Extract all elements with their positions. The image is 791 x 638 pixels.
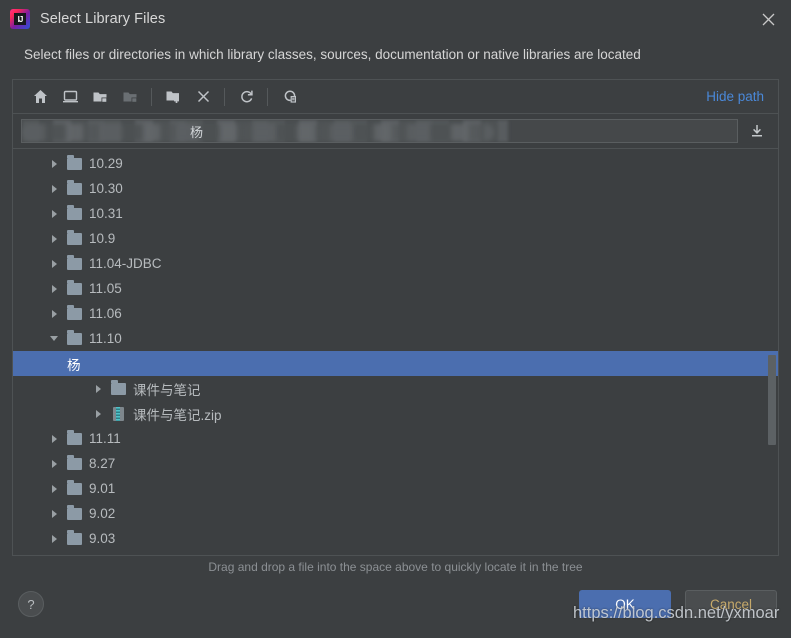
chevron-right-icon[interactable] [45,534,63,543]
tree-row-label: 11.11 [89,431,121,446]
path-visible-text: 杨 [190,126,204,141]
tree-row-label: 课件与笔记 [133,382,201,398]
folder-icon [63,229,85,245]
chevron-right-icon[interactable] [89,384,107,393]
dialog-button-bar: ? OK Cancel [0,578,791,638]
tree-row-label: 9.02 [89,506,116,521]
tree-row[interactable]: 课件与笔记 [13,376,778,401]
file-chooser-panel: Hide path 杨 10.29 10.30 10.31 10.9 11.04-JDB… [12,79,779,556]
folder-icon [63,179,85,195]
tree-row-label: 杨 [67,357,81,373]
show-hidden-files-icon[interactable] [274,83,304,111]
path-input[interactable]: 杨 [21,119,738,143]
chevron-right-icon[interactable] [45,509,63,518]
hide-path-link[interactable]: Hide path [706,89,764,104]
tree-row-label: 11.04-JDBC [89,256,162,271]
folder-icon [63,329,85,345]
tree-row-label: 11.06 [89,306,122,321]
toolbar-separator-2 [224,87,225,106]
chevron-right-icon[interactable] [45,184,63,193]
file-chooser-toolbar: Hide path [13,80,778,114]
desktop-icon[interactable] [55,83,85,111]
chevron-down-icon[interactable] [45,336,63,341]
tree-row-label: 11.10 [89,331,122,346]
folder-icon [63,304,85,320]
tree-row[interactable]: 9.02 [13,501,778,526]
tree-row[interactable]: 9.03 [13,526,778,551]
tree-row[interactable]: 10.31 [13,201,778,226]
folder-icon [63,454,85,470]
folder-icon [63,154,85,170]
close-icon[interactable] [745,0,791,38]
folder-icon [107,379,129,395]
tree-scrollbar-thumb[interactable] [768,355,776,445]
tree-row-label: 课件与笔记.zip [133,407,222,423]
tree-row[interactable]: 10.9 [13,226,778,251]
chevron-right-icon[interactable] [45,459,63,468]
folder-icon [63,529,85,545]
zip-icon [107,406,129,421]
tree-row[interactable]: 11.10 [13,326,778,351]
tree-row[interactable]: 9.01 [13,476,778,501]
tree-row-label: 9.01 [89,481,116,496]
select-library-files-dialog: IJ Select Library Files Select files or … [0,0,791,638]
chevron-right-icon[interactable] [45,259,63,268]
home-icon[interactable] [25,83,55,111]
ok-button[interactable]: OK [579,590,671,618]
tree-row-label: 11.05 [89,281,122,296]
intellij-idea-icon: IJ [10,9,30,29]
folder-icon [63,279,85,295]
folder-icon [63,254,85,270]
tree-scrollbar[interactable] [767,150,777,554]
tree-row-label: 9.03 [89,531,116,546]
delete-icon[interactable] [188,83,218,111]
chevron-right-icon[interactable] [45,484,63,493]
tree-row[interactable]: 11.06 [13,301,778,326]
tree-row-label: 8.27 [89,456,116,471]
window-title: Select Library Files [40,11,166,27]
tree-row-label: 10.29 [89,156,123,171]
tree-row[interactable]: 11.05 [13,276,778,301]
tree-row[interactable]: 杨 [13,351,778,376]
toolbar-separator-1 [151,87,152,106]
chevron-right-icon[interactable] [45,434,63,443]
folder-icon [63,429,85,445]
tree-row-label: 10.31 [89,206,123,221]
folder-icon [63,204,85,220]
tree-row[interactable]: 11.04-JDBC [13,251,778,276]
collapse-folder-icon[interactable] [115,83,145,111]
drag-drop-hint: Drag and drop a file into the space abov… [208,560,583,574]
chevron-right-icon[interactable] [45,159,63,168]
cancel-button[interactable]: Cancel [685,590,777,618]
tree-row[interactable]: 11.11 [13,426,778,451]
chevron-right-icon[interactable] [45,234,63,243]
path-redaction-blob [22,124,494,141]
chevron-right-icon[interactable] [45,284,63,293]
refresh-icon[interactable] [231,83,261,111]
title-bar: IJ Select Library Files [0,0,791,38]
folder-icon [63,504,85,520]
tree-row[interactable]: 10.30 [13,176,778,201]
tree-row-label: 10.30 [89,181,123,196]
tree-row[interactable]: 10.29 [13,151,778,176]
tree-row-label: 10.9 [89,231,116,246]
new-folder-icon[interactable] [158,83,188,111]
chevron-right-icon[interactable] [89,409,107,418]
chevron-right-icon[interactable] [45,209,63,218]
expand-folder-icon[interactable] [85,83,115,111]
chevron-right-icon[interactable] [45,309,63,318]
dialog-description: Select files or directories in which lib… [24,47,641,62]
path-row: 杨 [13,114,778,148]
download-icon[interactable] [742,119,772,143]
folder-icon [63,479,85,495]
tree-row[interactable]: 8.27 [13,451,778,476]
toolbar-separator-3 [267,87,268,106]
help-button[interactable]: ? [18,591,44,617]
file-tree[interactable]: 10.29 10.30 10.31 10.9 11.04-JDBC 11.05 11.06 1… [13,148,778,555]
tree-row[interactable]: 课件与笔记.zip [13,401,778,426]
